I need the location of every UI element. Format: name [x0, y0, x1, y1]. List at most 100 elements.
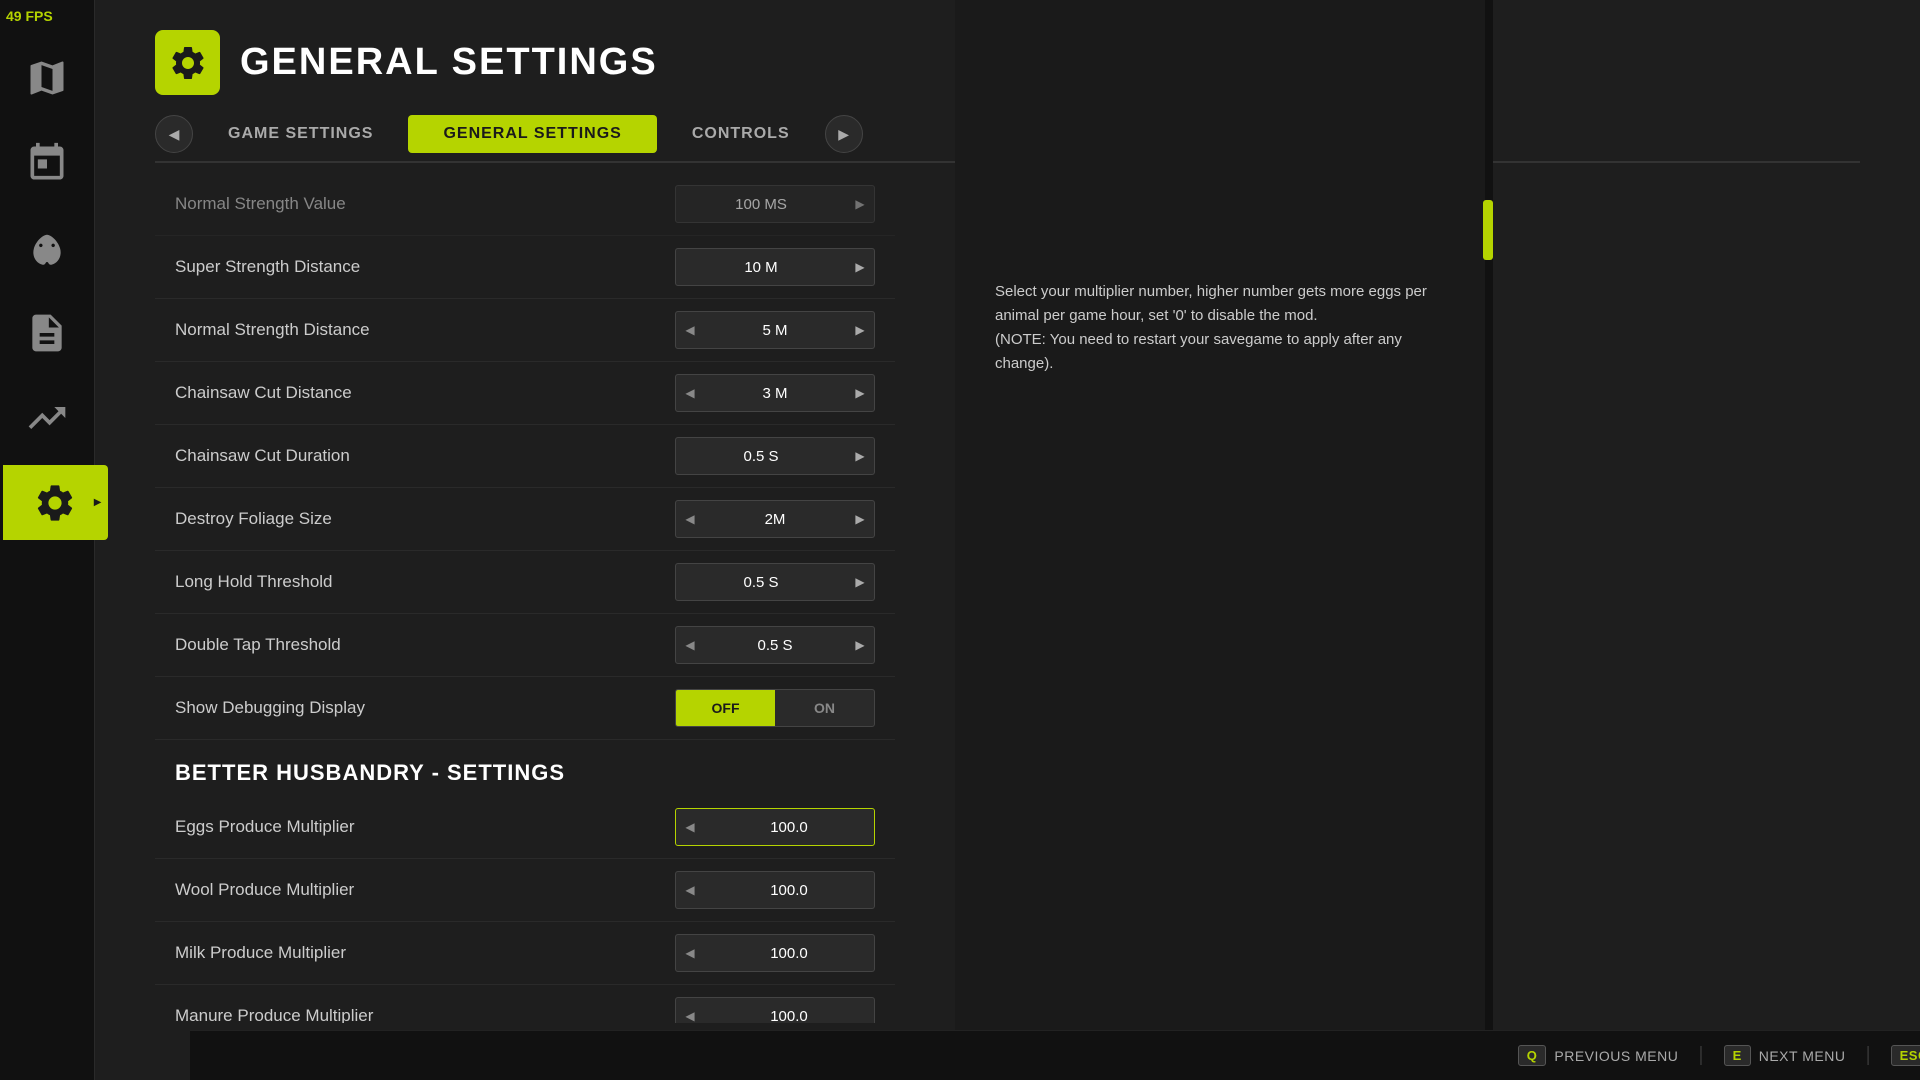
- separator: |: [1865, 1044, 1870, 1067]
- q-key[interactable]: Q: [1518, 1045, 1547, 1066]
- setting-control: ◀ 0.5 S ▶: [675, 626, 875, 664]
- header-icon: [155, 30, 220, 95]
- sidebar-item-animals[interactable]: [10, 210, 85, 285]
- tab-general-settings[interactable]: GENERAL SETTINGS: [408, 115, 656, 153]
- value-selector[interactable]: ◀ 100.0: [675, 934, 875, 972]
- tab-controls[interactable]: CONTROLS: [657, 115, 825, 153]
- sidebar-item-stats[interactable]: [10, 380, 85, 455]
- setting-label: Chainsaw Cut Duration: [175, 446, 350, 466]
- fps-display: 49 FPS: [6, 8, 53, 24]
- setting-control: ◀ 2M ▶: [675, 500, 875, 538]
- setting-control: OFF ON: [675, 689, 875, 727]
- setting-control: 10 M ▶: [675, 248, 875, 286]
- tab-prev-arrow[interactable]: ◀: [155, 115, 193, 153]
- arrow-left-icon[interactable]: ◀: [676, 374, 704, 412]
- value-display: 0.5 S: [676, 574, 846, 591]
- value-display: 10 M: [676, 259, 846, 276]
- toggle-on-button[interactable]: ON: [775, 690, 874, 726]
- value-display: 100.0: [704, 1008, 874, 1024]
- setting-chainsaw-cut-distance: Chainsaw Cut Distance ◀ 3 M ▶: [155, 362, 895, 425]
- value-selector[interactable]: ◀ 5 M ▶: [675, 311, 875, 349]
- esc-key[interactable]: ESC: [1891, 1045, 1920, 1066]
- arrow-left-icon[interactable]: ◀: [676, 997, 704, 1023]
- arrow-right-icon[interactable]: ▶: [846, 563, 874, 601]
- setting-double-tap-threshold: Double Tap Threshold ◀ 0.5 S ▶: [155, 614, 895, 677]
- value-display: 3 M: [704, 385, 846, 402]
- setting-control: ◀ 5 M ▶: [675, 311, 875, 349]
- arrow-right-icon[interactable]: ▶: [846, 311, 874, 349]
- setting-milk-multiplier: Milk Produce Multiplier ◀ 100.0: [155, 922, 895, 985]
- setting-label: Milk Produce Multiplier: [175, 943, 346, 963]
- tab-next-arrow[interactable]: ▶: [825, 115, 863, 153]
- value-selector[interactable]: ◀ 3 M ▶: [675, 374, 875, 412]
- value-selector[interactable]: ◀ 2M ▶: [675, 500, 875, 538]
- value-display: 100 MS: [676, 196, 846, 213]
- arrow-right-icon[interactable]: ▶: [846, 626, 874, 664]
- setting-debugging-display: Show Debugging Display OFF ON: [155, 677, 895, 740]
- value-selector[interactable]: ◀ 100.0: [675, 808, 875, 846]
- value-display: 100.0: [704, 882, 874, 899]
- setting-label: Normal Strength Distance: [175, 320, 370, 340]
- arrow-left-icon[interactable]: ◀: [676, 311, 704, 349]
- value-display: 0.5 S: [704, 637, 846, 654]
- sidebar-item-calendar[interactable]: [10, 125, 85, 200]
- arrow-left-icon[interactable]: ◀: [676, 871, 704, 909]
- scrollbar[interactable]: [1485, 0, 1493, 1080]
- scrollbar-thumb[interactable]: [1483, 200, 1493, 260]
- toggle-off-button[interactable]: OFF: [676, 690, 775, 726]
- tab-game-settings[interactable]: GAME SETTINGS: [193, 115, 408, 153]
- setting-normal-strength-distance: Normal Strength Distance ◀ 5 M ▶: [155, 299, 895, 362]
- right-panel-description: Select your multiplier number, higher nu…: [995, 280, 1455, 376]
- value-display: 0.5 S: [676, 448, 846, 465]
- setting-wool-multiplier: Wool Produce Multiplier ◀ 100.0: [155, 859, 895, 922]
- setting-control: 0.5 S ▶: [675, 563, 875, 601]
- setting-label: Chainsaw Cut Distance: [175, 383, 352, 403]
- next-menu-action: E NEXT MENU: [1724, 1045, 1846, 1066]
- arrow-left-icon[interactable]: ◀: [676, 500, 704, 538]
- value-selector[interactable]: ◀ 100.0: [675, 997, 875, 1023]
- sidebar-item-settings[interactable]: ▶: [3, 465, 108, 540]
- next-menu-label: NEXT MENU: [1759, 1048, 1846, 1064]
- arrow-left-icon[interactable]: ◀: [676, 808, 704, 846]
- sidebar-item-map[interactable]: [10, 40, 85, 115]
- sidebar: ▶: [0, 0, 95, 1080]
- setting-label: Super Strength Distance: [175, 257, 360, 277]
- value-display: 100.0: [704, 819, 874, 836]
- e-key[interactable]: E: [1724, 1045, 1751, 1066]
- value-selector[interactable]: 10 M ▶: [675, 248, 875, 286]
- setting-control: 0.5 S ▶: [675, 437, 875, 475]
- value-selector[interactable]: 0.5 S ▶: [675, 563, 875, 601]
- arrow-right-icon[interactable]: ▶: [846, 185, 874, 223]
- setting-chainsaw-cut-duration: Chainsaw Cut Duration 0.5 S ▶: [155, 425, 895, 488]
- arrow-right-icon[interactable]: ▶: [846, 374, 874, 412]
- setting-eggs-multiplier: Eggs Produce Multiplier ◀ 100.0: [155, 796, 895, 859]
- setting-label: Wool Produce Multiplier: [175, 880, 354, 900]
- value-selector[interactable]: 0.5 S ▶: [675, 437, 875, 475]
- sidebar-item-contracts[interactable]: [10, 295, 85, 370]
- setting-normal-strength-value: Normal Strength Value 100 MS ▶: [155, 173, 895, 236]
- section-header-husbandry: BETTER HUSBANDRY - SETTINGS: [155, 740, 895, 796]
- settings-scroll-area[interactable]: Normal Strength Value 100 MS ▶ Super Str…: [95, 163, 955, 1023]
- value-selector[interactable]: ◀ 100.0: [675, 871, 875, 909]
- arrow-right-icon[interactable]: ▶: [846, 248, 874, 286]
- value-selector[interactable]: 100 MS ▶: [675, 185, 875, 223]
- arrow-left-icon[interactable]: ◀: [676, 934, 704, 972]
- separator: |: [1698, 1044, 1703, 1067]
- main-content: GENERAL SETTINGS ◀ GAME SETTINGS GENERAL…: [95, 0, 1920, 1080]
- value-selector[interactable]: ◀ 0.5 S ▶: [675, 626, 875, 664]
- setting-control: ◀ 3 M ▶: [675, 374, 875, 412]
- setting-label: Long Hold Threshold: [175, 572, 333, 592]
- arrow-left-icon[interactable]: ◀: [676, 626, 704, 664]
- setting-control: ◀ 100.0: [675, 997, 875, 1023]
- setting-destroy-foliage-size: Destroy Foliage Size ◀ 2M ▶: [155, 488, 895, 551]
- arrow-right-icon[interactable]: ▶: [846, 500, 874, 538]
- value-display: 2M: [704, 511, 846, 528]
- setting-control: ◀ 100.0: [675, 871, 875, 909]
- toggle-control[interactable]: OFF ON: [675, 689, 875, 727]
- arrow-right-icon[interactable]: ▶: [846, 437, 874, 475]
- setting-label: Double Tap Threshold: [175, 635, 341, 655]
- setting-control: ◀ 100.0: [675, 808, 875, 846]
- back-action: ESC BACK: [1891, 1045, 1920, 1066]
- setting-control: 100 MS ▶: [675, 185, 875, 223]
- right-info-panel: Select your multiplier number, higher nu…: [955, 0, 1485, 1080]
